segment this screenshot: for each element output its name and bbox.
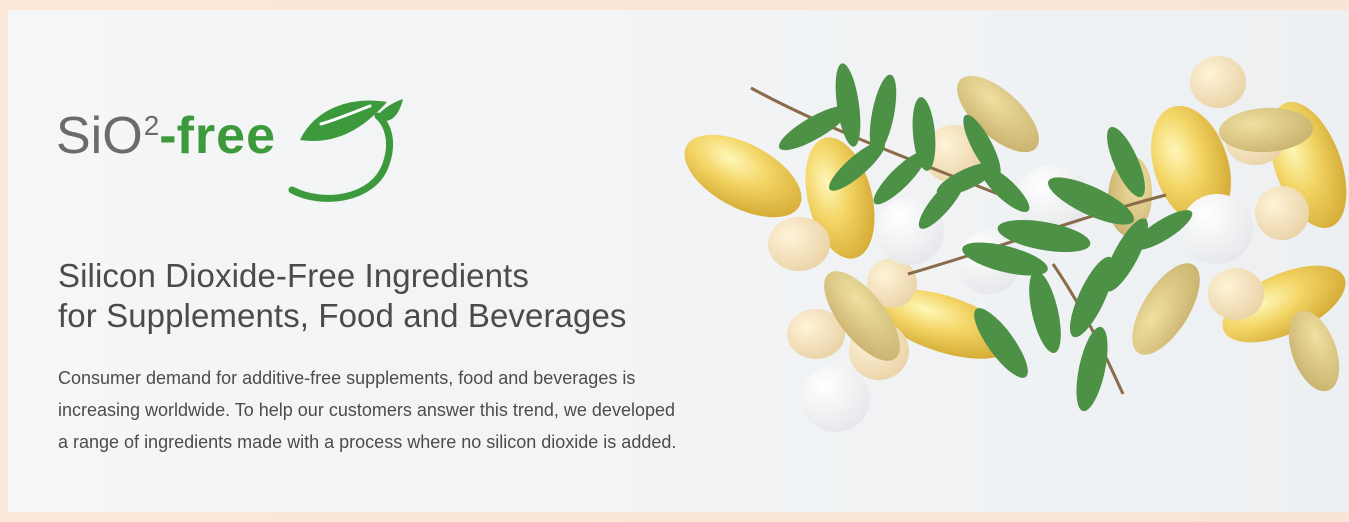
sio2-free-logo: SiO2-free xyxy=(56,88,406,206)
hero-headline: Silicon Dioxide-Free Ingredients for Sup… xyxy=(58,256,738,336)
headline-line-1: Silicon Dioxide-Free Ingredients xyxy=(58,257,529,294)
hero-description: Consumer demand for additive-free supple… xyxy=(58,368,677,452)
page: SiO2-free Silicon Dioxide-Free Ingredien… xyxy=(0,0,1349,522)
logo-wordmark: SiO2-free xyxy=(56,110,276,162)
headline-line-2: for Supplements, Food and Beverages xyxy=(58,297,627,334)
logo-sio-text: SiO xyxy=(56,107,143,165)
hero-banner: SiO2-free Silicon Dioxide-Free Ingredien… xyxy=(8,10,1348,512)
logo-free-text: free xyxy=(176,107,276,165)
logo-superscript: 2 xyxy=(143,110,160,141)
leaf-sprout-icon xyxy=(288,99,403,202)
logo-dash: - xyxy=(159,107,177,165)
supplements-illustration xyxy=(684,56,1347,432)
